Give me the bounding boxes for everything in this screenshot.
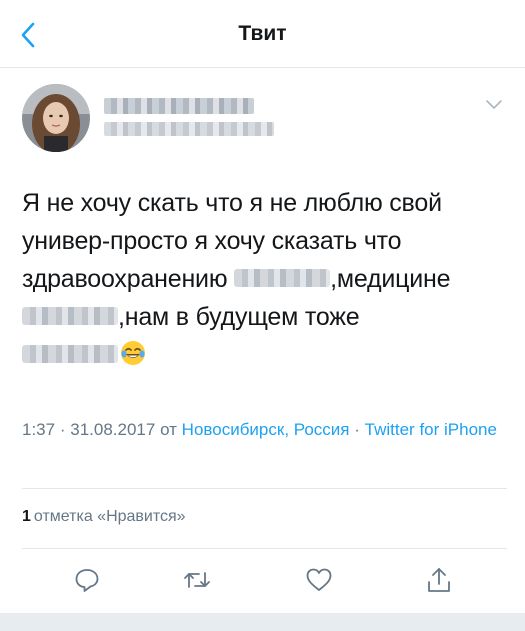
tweet-text-fragment: здравоохранению — [22, 265, 235, 293]
tweet-text-line: ,нам в будущем тоже — [22, 298, 502, 336]
like-button[interactable] — [304, 565, 334, 595]
tweet-actions — [0, 565, 525, 599]
client-link[interactable]: Twitter for iPhone — [365, 420, 497, 439]
heart-icon — [306, 568, 332, 591]
share-icon — [428, 568, 450, 592]
retweet-icon — [184, 572, 210, 588]
redacted-word — [234, 269, 331, 288]
likes-label: отметка «Нравится» — [33, 508, 186, 525]
navbar: Твит — [0, 0, 525, 68]
tweet-text: Я не хочу скать что я не люблю свой унив… — [22, 184, 502, 374]
divider — [22, 548, 507, 549]
more-options-button[interactable] — [484, 98, 504, 112]
tweet-time: 1:37 — [22, 420, 56, 439]
tweet-text-line: универ-просто я хочу сказать что — [22, 227, 402, 255]
reply-button[interactable] — [72, 565, 102, 595]
tweet-text-fragment: ,нам в будущем тоже — [118, 303, 360, 331]
chevron-down-icon — [486, 100, 502, 109]
redacted-name — [104, 98, 254, 114]
face-with-tears-of-joy-emoji — [121, 341, 145, 366]
share-button[interactable] — [424, 565, 454, 595]
avatar-photo — [22, 84, 90, 152]
tweet-text-line — [22, 336, 502, 374]
likes-count: 1 — [22, 508, 31, 525]
meta-separator: · — [59, 420, 66, 439]
tweet-date: 31.08.2017 — [70, 420, 156, 439]
tweet-text-line: здравоохранению ,медицине — [22, 260, 502, 298]
reply-icon — [75, 569, 99, 592]
tweet-text-fragment: ,медицине — [330, 265, 451, 293]
retweet-button[interactable] — [182, 565, 212, 595]
meta-separator: · — [354, 420, 360, 439]
likes-count-row[interactable]: 1 отметка «Нравится» — [22, 508, 186, 526]
tweet-header — [22, 84, 507, 154]
redacted-word — [22, 345, 118, 364]
from-word: от — [160, 420, 177, 439]
divider — [22, 488, 507, 489]
avatar[interactable] — [22, 84, 90, 152]
page-title: Твит — [238, 22, 287, 45]
tweet-text-line: Я не хочу скать что я не люблю свой — [22, 189, 442, 217]
display-name[interactable] — [104, 98, 254, 114]
tweet-metadata: 1:37 · 31.08.2017 от Новосибирск, Россия… — [22, 418, 507, 442]
user-handle — [104, 122, 274, 136]
redacted-word — [22, 307, 118, 326]
location-link[interactable]: Новосибирск, Россия — [182, 420, 350, 439]
bottom-separator — [0, 613, 525, 631]
redacted-handle — [104, 122, 274, 136]
